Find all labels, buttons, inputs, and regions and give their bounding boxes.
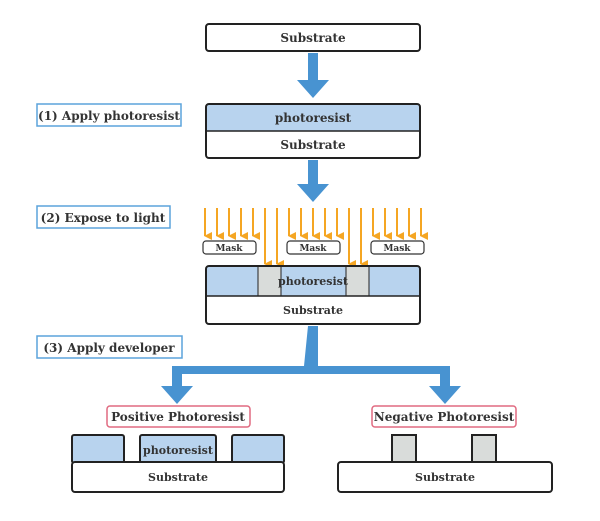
step-1-label: (1) Apply photoresist: [36, 103, 182, 127]
photoresist-label: photoresist: [275, 111, 352, 125]
substrate-label: Substrate: [280, 31, 346, 45]
substrate-label: Substrate: [148, 471, 208, 484]
coated-wafer: photoresist Substrate: [205, 103, 421, 159]
positive-result: photoresist Substrate: [71, 434, 285, 493]
branch-arrow: [161, 326, 461, 404]
photolithography-diagram: Substrate (1) Apply photoresist photores…: [36, 23, 553, 493]
substrate-initial: Substrate: [205, 23, 421, 52]
substrate-label: Substrate: [415, 471, 475, 484]
svg-text:Mask: Mask: [299, 244, 327, 254]
svg-text:(3) Apply developer: (3) Apply developer: [43, 341, 175, 355]
negative-label: Negative Photoresist: [371, 405, 517, 428]
step-3-label: (3) Apply developer: [36, 335, 183, 359]
photoresist-label: photoresist: [143, 444, 214, 457]
exposed-wafer: photoresist Substrate: [205, 265, 421, 325]
mask-center: Mask: [286, 240, 341, 255]
substrate-label: Substrate: [280, 138, 346, 152]
mask-right: Mask: [370, 240, 425, 255]
step-2-label: (2) Expose to light: [36, 205, 171, 229]
svg-text:(2) Expose to light: (2) Expose to light: [41, 211, 166, 225]
down-arrow-1: [297, 53, 329, 98]
substrate-label: Substrate: [283, 304, 343, 317]
svg-text:Mask: Mask: [383, 244, 411, 254]
down-arrow-2: [297, 160, 329, 202]
positive-label: Positive Photoresist: [106, 405, 251, 428]
light-rays: [204, 208, 428, 268]
svg-text:Negative Photoresist: Negative Photoresist: [374, 410, 515, 424]
svg-text:Positive Photoresist: Positive Photoresist: [111, 410, 245, 424]
svg-text:(1) Apply photoresist: (1) Apply photoresist: [38, 109, 180, 123]
photoresist-label: photoresist: [278, 275, 349, 288]
svg-text:Mask: Mask: [215, 244, 243, 254]
mask-left: Mask: [202, 240, 257, 255]
negative-result: Substrate: [337, 434, 553, 493]
